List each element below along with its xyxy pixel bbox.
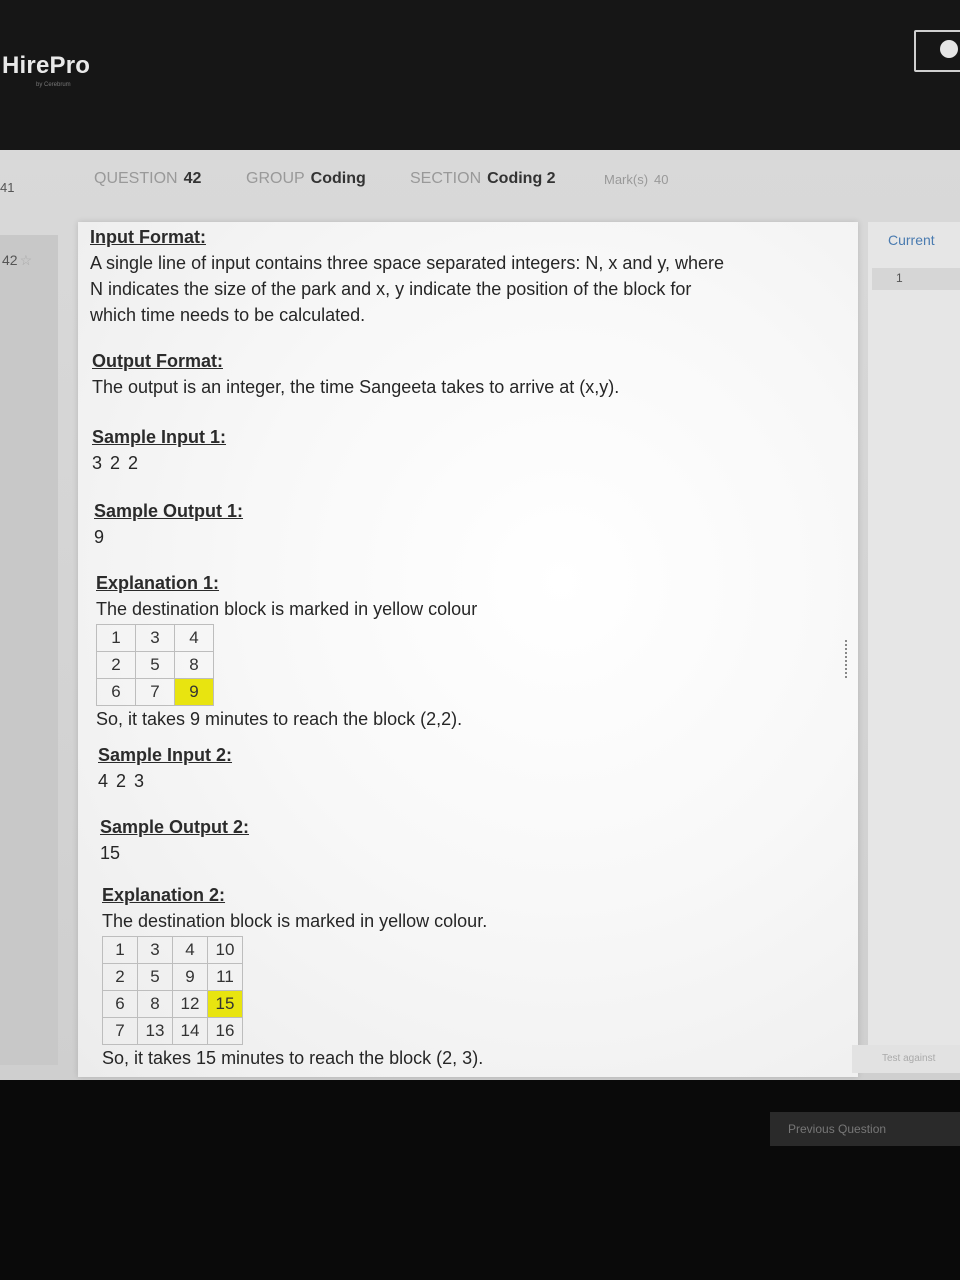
- grid-cell: 7: [135, 678, 175, 706]
- grid-cell: 10: [207, 936, 243, 964]
- sample-input-2-value: 4 2 3: [98, 771, 146, 791]
- code-editor-panel: [868, 222, 960, 1052]
- explanation-1: Explanation 1: The destination block is …: [96, 570, 477, 732]
- grid-cell: 6: [102, 990, 138, 1018]
- sidebar-current-question[interactable]: 42 ☆: [2, 252, 32, 269]
- test-against-button[interactable]: Test against: [852, 1045, 960, 1073]
- grid-cell: 16: [207, 1017, 243, 1045]
- top-bar: HirePro by Cerebrum: [0, 0, 960, 150]
- input-format-line: which time needs to be calculated.: [90, 305, 366, 325]
- sample-output-1: Sample Output 1: 9: [94, 498, 243, 550]
- marks-meta: Mark(s) 40: [604, 172, 669, 187]
- brand-logo: HirePro: [2, 52, 91, 79]
- help-icon: [940, 40, 958, 58]
- grid-cell: 8: [137, 990, 173, 1018]
- grid-cell: 5: [137, 963, 173, 991]
- section-label: SECTION: [410, 170, 482, 187]
- section-meta: SECTION Coding 2: [410, 170, 556, 188]
- explanation-1-grid: 134 258 679: [96, 624, 214, 706]
- grid-cell: 3: [135, 624, 175, 652]
- sample-input-1: Sample Input 1: 3 2 2: [92, 424, 226, 476]
- question-content: Input Format: A single line of input con…: [78, 222, 858, 1077]
- grid-cell-destination: 9: [174, 678, 214, 706]
- output-format-heading: Output Format:: [92, 351, 223, 371]
- grid-cell: 9: [172, 963, 208, 991]
- grid-cell: 4: [174, 624, 214, 652]
- input-format-line: N indicates the size of the park and x, …: [90, 279, 692, 299]
- panel-resize-handle[interactable]: [845, 640, 851, 678]
- editor-tab-current[interactable]: Current: [888, 232, 935, 248]
- question-meta-bar: QUESTION 42 GROUP Coding SECTION Coding 2 M…: [0, 160, 860, 204]
- output-format-section: Output Format: The output is an integer,…: [92, 348, 619, 400]
- editor-line[interactable]: 1: [872, 268, 960, 290]
- explanation-2-heading: Explanation 2:: [102, 885, 226, 905]
- grid-cell: 5: [135, 651, 175, 679]
- grid-cell: 13: [137, 1017, 173, 1045]
- sample-input-1-heading: Sample Input 1:: [92, 427, 227, 447]
- grid-cell: 6: [96, 678, 136, 706]
- question-label: QUESTION: [94, 170, 178, 187]
- help-button[interactable]: [914, 30, 960, 72]
- grid-cell: 12: [172, 990, 208, 1018]
- grid-cell: 2: [102, 963, 138, 991]
- grid-cell: 1: [96, 624, 136, 652]
- sample-output-2: Sample Output 2: 15: [100, 814, 249, 866]
- sample-input-1-value: 3 2 2: [92, 453, 140, 473]
- star-icon[interactable]: ☆: [20, 252, 33, 268]
- grid-cell: 8: [174, 651, 214, 679]
- explanation-1-text: The destination block is marked in yello…: [96, 599, 478, 619]
- output-format-text: The output is an integer, the time Sange…: [92, 377, 620, 397]
- grid-cell: 7: [102, 1017, 138, 1045]
- sample-output-2-value: 15: [100, 843, 121, 863]
- grid-cell: 14: [172, 1017, 208, 1045]
- grid-cell: 11: [207, 963, 243, 991]
- marks-label: Mark(s): [604, 172, 649, 187]
- grid-cell-destination: 15: [207, 990, 243, 1018]
- group-value: Coding: [310, 170, 366, 187]
- brand-subtitle: by Cerebrum: [36, 82, 71, 88]
- marks-value: 40: [654, 172, 669, 187]
- explanation-1-heading: Explanation 1:: [96, 573, 220, 593]
- bottom-bar: [0, 1080, 960, 1280]
- group-label: GROUP: [246, 170, 305, 187]
- sample-input-2: Sample Input 2: 4 2 3: [98, 742, 232, 794]
- sample-output-1-value: 9: [94, 527, 105, 547]
- grid-cell: 2: [96, 651, 136, 679]
- section-value: Coding 2: [487, 170, 556, 187]
- explanation-1-result: So, it takes 9 minutes to reach the bloc…: [96, 709, 463, 729]
- question-sidebar: [0, 235, 58, 1065]
- sample-input-2-heading: Sample Input 2:: [98, 745, 233, 765]
- grid-cell: 1: [102, 936, 138, 964]
- sidebar-question-number: 42: [2, 252, 18, 268]
- line-number: 1: [896, 271, 903, 285]
- question-meta: QUESTION 42: [94, 170, 201, 188]
- explanation-2-text: The destination block is marked in yello…: [102, 911, 488, 931]
- question-number: 42: [183, 170, 202, 187]
- sample-output-1-heading: Sample Output 1:: [94, 501, 244, 521]
- grid-cell: 4: [172, 936, 208, 964]
- input-format-heading: Input Format:: [90, 227, 206, 247]
- group-meta: GROUP Coding: [246, 170, 366, 188]
- explanation-2-result: So, it takes 15 minutes to reach the blo…: [102, 1048, 484, 1068]
- input-format-line: A single line of input contains three sp…: [90, 253, 725, 273]
- input-format-section: Input Format: A single line of input con…: [90, 224, 850, 328]
- explanation-2: Explanation 2: The destination block is …: [102, 882, 487, 1071]
- previous-question-button[interactable]: Previous Question: [770, 1112, 960, 1146]
- explanation-2-grid: 1 3 4 10 2 5 9 11 6 8 12 15 7 13 14 16: [102, 936, 243, 1045]
- grid-cell: 3: [137, 936, 173, 964]
- sample-output-2-heading: Sample Output 2:: [100, 817, 250, 837]
